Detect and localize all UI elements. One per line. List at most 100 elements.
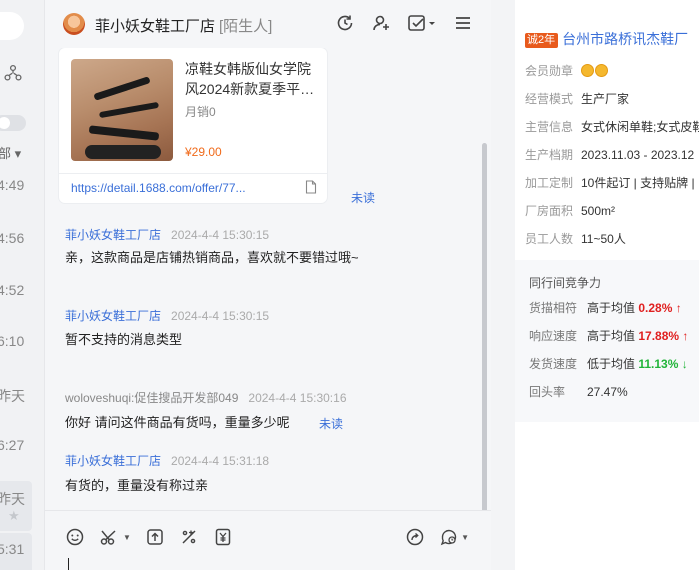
conversation-time[interactable]: 昨天	[0, 489, 25, 509]
conversation-search[interactable]	[0, 12, 24, 40]
seller-card: 诚2年 台州市路桥讯杰鞋厂 会员勋章 经营模式 生产厂家 主营信息 女式休闲单鞋;女式…	[515, 0, 699, 570]
avatar[interactable]	[63, 13, 85, 35]
compete-key: 货描相符	[529, 301, 578, 315]
product-card[interactable]: 凉鞋女韩版仙女学院风2024新款夏季平… 月销0 ¥29.00 https://…	[59, 48, 327, 203]
emoji-icon[interactable]	[65, 527, 85, 547]
chat-title: 菲小妖女鞋工厂店 [陌生人]	[95, 15, 272, 36]
product-price: ¥29.00	[185, 145, 222, 159]
chat-header: 菲小妖女鞋工厂店 [陌生人]	[45, 0, 491, 48]
conversation-time[interactable]: 4:49	[0, 177, 24, 193]
product-sales: 月销0	[185, 105, 216, 119]
medal-icon	[595, 64, 608, 77]
compete-level: 高于均值	[587, 329, 636, 343]
stranger-tag: [陌生人]	[219, 18, 273, 35]
conversation-time[interactable]: 6:27	[0, 437, 24, 453]
chat-panel: 菲小妖女鞋工厂店[陌生人] 凉鞋女韩版仙女学院风2024新款夏季平… 月销0	[45, 0, 491, 570]
info-key: 员工人数	[525, 232, 574, 246]
compete-level: 27.47%	[587, 385, 628, 399]
info-key: 会员勋章	[525, 64, 574, 78]
conversation-time[interactable]: 4:52	[0, 282, 24, 298]
info-key: 加工定制	[525, 176, 574, 190]
conversation-list: 部 ▾ 4:49 4:56 4:52 6:10 昨天 6:27 昨天 ★ 5:3…	[0, 0, 45, 570]
message-text: 亲，这款商品是店铺热销商品，喜欢就不要错过哦~	[65, 250, 359, 265]
info-value: 11~50人	[581, 232, 626, 246]
star-icon[interactable]: ★	[8, 508, 20, 524]
menu-icon[interactable]	[453, 13, 473, 33]
message-time: 2024-4-4 15:30:15	[171, 228, 270, 242]
compete-key: 发货速度	[529, 357, 578, 371]
message-sender[interactable]: woloveshuqi:促佳搜品开发部049	[65, 391, 238, 405]
conversation-time[interactable]: 5:31	[0, 541, 24, 557]
year-badge: 诚2年	[525, 33, 559, 48]
upload-file-icon[interactable]	[145, 527, 165, 547]
message-meta: 菲小妖女鞋工厂店 2024-4-4 15:30:15	[65, 226, 269, 243]
info-key: 主营信息	[525, 120, 574, 134]
info-value: 女式休闲单鞋;女式皮鞋	[581, 120, 699, 134]
badge-icon: 诚	[527, 34, 538, 46]
competitiveness-title: 同行间竞争力	[529, 276, 602, 290]
message-sender[interactable]: 菲小妖女鞋工厂店	[65, 454, 161, 468]
badge-years: 2年	[538, 34, 556, 46]
message-meta: woloveshuqi:促佳搜品开发部049 2024-4-4 15:30:16	[65, 389, 347, 406]
info-value: 10件起订 | 支持贴牌 |	[581, 176, 695, 190]
message-time: 2024-4-4 15:30:16	[248, 391, 347, 405]
message-sender[interactable]: 菲小妖女鞋工厂店	[65, 309, 161, 323]
info-value: 500m²	[581, 204, 616, 218]
product-link[interactable]: https://detail.1688.com/offer/77...	[71, 181, 271, 195]
transfer-icon[interactable]	[405, 527, 425, 547]
company-name[interactable]: 台州市路桥讯杰鞋厂	[562, 31, 688, 47]
chevron-down-icon[interactable]: ▼	[461, 533, 469, 542]
text-cursor	[68, 558, 69, 570]
compete-percent: 0.28%	[638, 301, 673, 315]
compete-row: 响应速度 高于均值 17.88% ↑	[529, 327, 688, 344]
medal-icon	[581, 64, 594, 77]
task-check-icon[interactable]	[407, 13, 437, 33]
conversation-time[interactable]: 昨天	[0, 386, 25, 406]
info-row: 员工人数 11~50人	[525, 230, 626, 247]
message-time: 2024-4-4 15:30:15	[171, 309, 270, 323]
info-row: 生产档期 2023.11.03 - 2023.12	[525, 146, 694, 163]
message-text: 暂不支持的消息类型	[65, 332, 183, 347]
company-line: 诚2年 台州市路桥讯杰鞋厂	[525, 29, 688, 49]
price-yen-icon[interactable]	[213, 527, 233, 547]
message-sender[interactable]: 菲小妖女鞋工厂店	[65, 228, 161, 242]
conversation-time[interactable]: 6:10	[0, 333, 24, 349]
info-key: 厂房面积	[525, 204, 574, 218]
unread-toggle[interactable]	[0, 115, 26, 131]
info-key: 经营模式	[525, 92, 574, 106]
product-image[interactable]	[71, 59, 173, 161]
input-toolbar: ▼ ▼	[45, 510, 491, 570]
history-icon[interactable]	[335, 13, 355, 33]
info-key: 生产档期	[525, 148, 574, 162]
compete-percent: 17.88%	[638, 329, 680, 343]
competitiveness-box: 同行间竞争力 货描相符 高于均值 0.28% ↑ 响应速度 高于均值 17.88% …	[515, 260, 699, 422]
info-row: 厂房面积 500m²	[525, 202, 615, 219]
compete-row: 货描相符 高于均值 0.28% ↑	[529, 299, 682, 316]
info-row: 经营模式 生产厂家	[525, 90, 629, 107]
scrollbar[interactable]	[482, 143, 487, 510]
compete-key: 响应速度	[529, 329, 578, 343]
compete-percent: 11.13%	[638, 357, 679, 371]
info-row-medal: 会员勋章	[525, 62, 609, 79]
info-row: 加工定制 10件起订 | 支持贴牌 |	[525, 174, 695, 191]
message-meta: 菲小妖女鞋工厂店 2024-4-4 15:30:15	[65, 307, 269, 324]
unread-status: 未读	[351, 191, 376, 205]
add-contact-icon[interactable]	[371, 13, 391, 33]
org-chart-icon[interactable]	[4, 64, 22, 82]
scissors-icon[interactable]	[99, 527, 119, 547]
chevron-down-icon[interactable]: ▼	[123, 533, 131, 542]
arrow-up-icon: ↑	[682, 329, 689, 343]
conversation-time[interactable]: 4:56	[0, 230, 24, 246]
product-title[interactable]: 凉鞋女韩版仙女学院风2024新款夏季平…	[185, 59, 319, 99]
compete-level: 低于均值	[587, 357, 636, 371]
copy-link-icon[interactable]	[305, 180, 317, 194]
app-root: 部 ▾ 4:49 4:56 4:52 6:10 昨天 6:27 昨天 ★ 5:3…	[0, 0, 699, 570]
arrow-down-icon: ↓	[681, 357, 688, 371]
compete-level: 高于均值	[587, 301, 636, 315]
discount-icon[interactable]	[179, 527, 199, 547]
contact-name: 菲小妖女鞋工厂店	[95, 18, 216, 35]
info-value: 生产厂家	[581, 92, 630, 106]
quick-reply-icon[interactable]	[439, 527, 459, 547]
message-meta: 菲小妖女鞋工厂店 2024-4-4 15:31:18	[65, 452, 269, 469]
filter-dropdown[interactable]: 部 ▾	[0, 143, 21, 162]
